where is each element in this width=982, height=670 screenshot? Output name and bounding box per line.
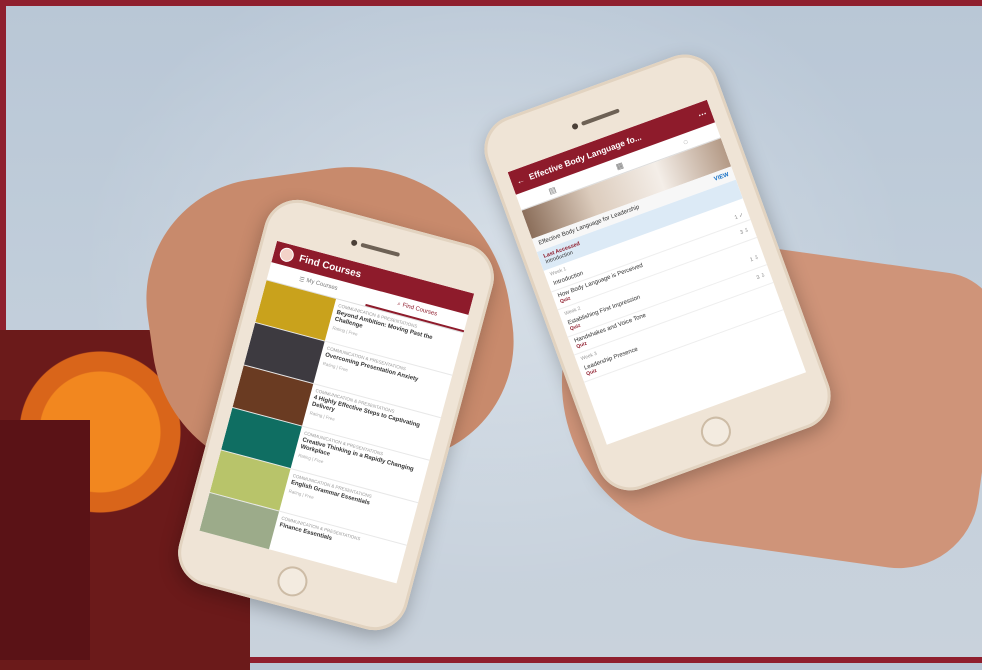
left-arm-garment (0, 420, 90, 660)
film-icon[interactable]: ▦ (614, 160, 624, 171)
tab-label: My Courses (305, 277, 339, 292)
home-button[interactable] (274, 563, 311, 600)
front-camera (350, 239, 358, 247)
earpiece (360, 242, 401, 257)
back-arrow-icon[interactable]: ← (515, 174, 526, 186)
lesson-count: 3 ⇩ (755, 272, 767, 282)
lesson-count: 1 ⇩ (749, 254, 760, 264)
view-button[interactable]: VIEW (713, 172, 729, 183)
earpiece (580, 108, 620, 126)
lesson-count: 3 ⇩ (739, 227, 751, 237)
lesson-count: 1 ✓ (733, 212, 745, 222)
course-list: COMMUNICATION & PRESENTATIONS Beyond Ambi… (199, 280, 464, 584)
share-icon[interactable]: ⋯ (696, 108, 708, 121)
front-camera (571, 122, 579, 131)
home-button[interactable] (696, 412, 736, 451)
chat-icon[interactable]: ◌ (682, 136, 690, 146)
avatar[interactable] (278, 246, 296, 264)
search-icon: ⌕ (396, 300, 402, 308)
list-icon: ☰ (298, 276, 306, 284)
grid-icon[interactable]: ▤ (547, 185, 557, 196)
tab-label: Find Courses (401, 302, 438, 318)
